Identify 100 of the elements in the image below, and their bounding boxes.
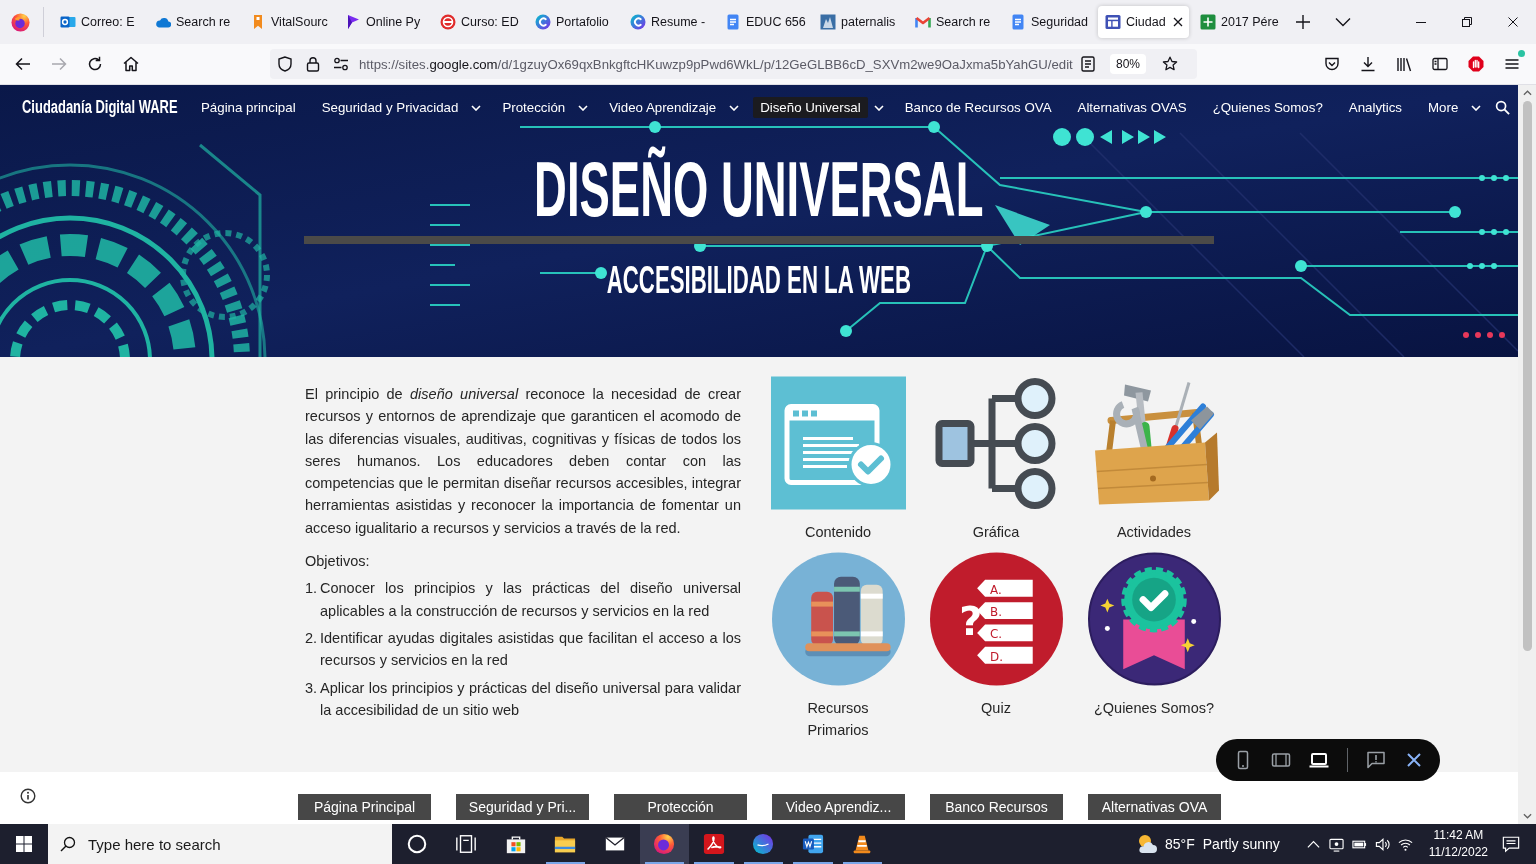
wifi-icon[interactable] xyxy=(1397,836,1413,852)
monitor-icon[interactable] xyxy=(1328,836,1344,852)
star-icon[interactable] xyxy=(1162,56,1178,72)
browser-tab[interactable]: 2017 Pére xyxy=(1193,6,1284,38)
tile-caption: Actividades xyxy=(1115,523,1193,542)
answer-option-label: D. xyxy=(989,649,1003,664)
speaker-icon[interactable] xyxy=(1374,836,1390,852)
clock[interactable]: 11:42 AM 11/12/2022 xyxy=(1428,827,1488,861)
chevron-down-icon[interactable] xyxy=(1335,17,1351,27)
site-title[interactable]: Ciudadanía Digital WARE xyxy=(22,97,178,118)
pouch-icon[interactable] xyxy=(1324,56,1340,72)
list-number: 1. xyxy=(305,579,319,599)
sidebar-icon[interactable] xyxy=(1432,56,1448,72)
document-icon xyxy=(725,14,741,30)
caret-icon[interactable] xyxy=(1471,104,1482,111)
footer-nav-button[interactable]: Seguridad y Pri... xyxy=(456,794,589,820)
nav-link[interactable]: Protección xyxy=(495,97,573,118)
menu-icon[interactable] xyxy=(1504,56,1520,72)
laptop-icon[interactable] xyxy=(1309,750,1329,770)
lock-icon[interactable] xyxy=(305,56,321,72)
browser-tab[interactable]: Search re xyxy=(148,6,239,38)
gradient-circle-icon xyxy=(630,14,646,30)
reload-icon[interactable] xyxy=(87,56,103,72)
browser-tab[interactable]: VitalSourc xyxy=(243,6,334,38)
scrollbar-thumb[interactable] xyxy=(1522,101,1532,651)
tile-caption: Recursos Primarios xyxy=(806,699,870,740)
browser-tab[interactable]: paternalis xyxy=(813,6,904,38)
shield-icon[interactable] xyxy=(277,56,293,72)
caret-icon[interactable] xyxy=(873,104,884,111)
browser-tab[interactable]: Curso: ED xyxy=(433,6,524,38)
page-title: DISEÑO UNIVERSAL xyxy=(534,145,984,234)
nav-link[interactable]: Diseño Universal xyxy=(753,97,868,118)
search-field[interactable]: Type here to search xyxy=(48,824,392,864)
task-view-icon xyxy=(455,833,478,855)
document-check-icon[interactable] xyxy=(770,376,906,510)
library-icon[interactable] xyxy=(1396,56,1412,72)
award-ribbon-icon[interactable] xyxy=(1086,552,1222,686)
tablet-icon[interactable] xyxy=(1271,750,1291,770)
back-arrow-icon[interactable] xyxy=(15,56,31,72)
footer-nav-button[interactable]: Alternativas OVA xyxy=(1088,794,1221,820)
circle-icon xyxy=(405,833,428,855)
footer-nav-button[interactable]: Página Principal xyxy=(298,794,431,820)
intro-paragraph: El principio de diseño universal reconoce la necesidad de crear recursos y entornos de aprendizaje que garanticen el acomodo de las diferencias visuales, auditivas, cognitivas y físicas de todos los seres humanos. Los educadores deben contar con las competencias que le permitan diseñar recursos accesibles, integrar herramientas asistidas y reconocer la importancia de fomentar un acceso igualitario a recursos y servicios a través de la red. xyxy=(305,385,741,538)
nav-link[interactable]: Alternativas OVAS xyxy=(1070,97,1194,118)
tile-caption: Quiz xyxy=(980,699,1012,718)
caret-icon[interactable] xyxy=(471,104,482,111)
tile-caption: Contenido xyxy=(803,523,873,542)
browser-tab[interactable]: Search re xyxy=(908,6,999,38)
browser-tab[interactable]: Correo: E xyxy=(53,6,144,38)
footer-nav-button[interactable]: Banco Recursos xyxy=(930,794,1063,820)
page-subtitle: ACCESIBILIDAD EN LA WEB xyxy=(606,257,912,303)
nav-link[interactable]: Analytics xyxy=(1341,97,1409,118)
nav-link[interactable]: Video Aprendizaje xyxy=(602,97,724,118)
question-mark: ? xyxy=(958,598,982,645)
footer-nav-button[interactable]: Protección xyxy=(614,794,747,820)
restore-icon[interactable] xyxy=(1462,17,1472,27)
browser-tab[interactable]: EDUC 656 xyxy=(718,6,809,38)
tile-caption: Gráfica xyxy=(971,523,1021,542)
caret-icon[interactable] xyxy=(578,104,589,111)
seal-icon xyxy=(440,14,456,30)
nav-link[interactable]: ¿Quienes Somos? xyxy=(1205,97,1330,118)
browser-tab[interactable]: Resume - xyxy=(623,6,714,38)
nav-link[interactable]: Página principal xyxy=(194,97,303,118)
info-icon[interactable] xyxy=(20,788,36,804)
permissions-icon[interactable] xyxy=(333,56,349,72)
browser-globe-icon xyxy=(653,833,676,855)
weather-widget[interactable]: 85°F Partly sunny xyxy=(1135,832,1280,856)
close-icon[interactable] xyxy=(1173,17,1183,27)
browser-tab[interactable]: Ciudad xyxy=(1098,6,1189,38)
footer-nav-button[interactable]: Video Aprendiz... xyxy=(772,794,905,820)
reader-view-icon[interactable] xyxy=(1079,56,1096,72)
zoom-reset-button[interactable]: 80% xyxy=(1109,54,1146,74)
tile-caption: ¿Quienes Somos? xyxy=(1093,699,1215,718)
notification-icon[interactable] xyxy=(1502,835,1520,853)
address-bar[interactable]: https://sites.google.com/d/1gzuyOx69qxBnkgftcHKuwzp9pPwd6WkL/p/12GeGLBB6cD_SXVm2we9OaJxma5bYahGU/edit 80% xyxy=(270,49,1197,79)
objective-text: Conocer los principios y las prácticas del diseño universal aplicables a la construcción de recursos y servicios en la red xyxy=(320,579,741,621)
nav-link[interactable]: Seguridad y Privacidad xyxy=(314,97,466,118)
envelope-icon xyxy=(915,14,931,30)
browser-logo-icon[interactable] xyxy=(10,12,30,32)
books-shelf-icon[interactable] xyxy=(770,552,906,686)
spreadsheet-icon xyxy=(1200,14,1216,30)
picture-icon xyxy=(820,14,836,30)
feedback-icon[interactable] xyxy=(1366,750,1386,770)
scrollbar-track[interactable] xyxy=(1518,85,1536,824)
url-text[interactable]: https://sites.google.com/d/1gzuyOx69qxBnkgftcHKuwzp9pPwd6WkL/p/12GeGLBB6cD_SXVm2we9OaJxma5bYahGU/edit xyxy=(359,56,1073,72)
objective-text: Aplicar los principios y prácticas del diseño universal para validar la accesibilidad de un sitio web xyxy=(320,678,741,720)
stop-hand-icon[interactable] xyxy=(1468,56,1484,72)
home-icon[interactable] xyxy=(123,56,139,72)
nav-link[interactable]: More xyxy=(1421,97,1466,118)
caret-icon[interactable] xyxy=(729,104,740,111)
close-icon[interactable] xyxy=(1508,17,1518,27)
plus-icon[interactable] xyxy=(1295,14,1311,30)
nav-link[interactable]: Banco de Recursos OVA xyxy=(897,97,1059,118)
browser-tab[interactable]: Portafolio xyxy=(528,6,619,38)
start-icon[interactable] xyxy=(16,836,32,852)
download-icon[interactable] xyxy=(1360,56,1376,72)
browser-tab[interactable]: Online Py xyxy=(338,6,429,38)
browser-tab[interactable]: Seguridad xyxy=(1003,6,1094,38)
search-icon[interactable] xyxy=(1495,100,1511,115)
objective-text: Identificar ayudas digitales asistidas que facilitan el acceso a los recursos y servicios en la red xyxy=(320,628,741,671)
